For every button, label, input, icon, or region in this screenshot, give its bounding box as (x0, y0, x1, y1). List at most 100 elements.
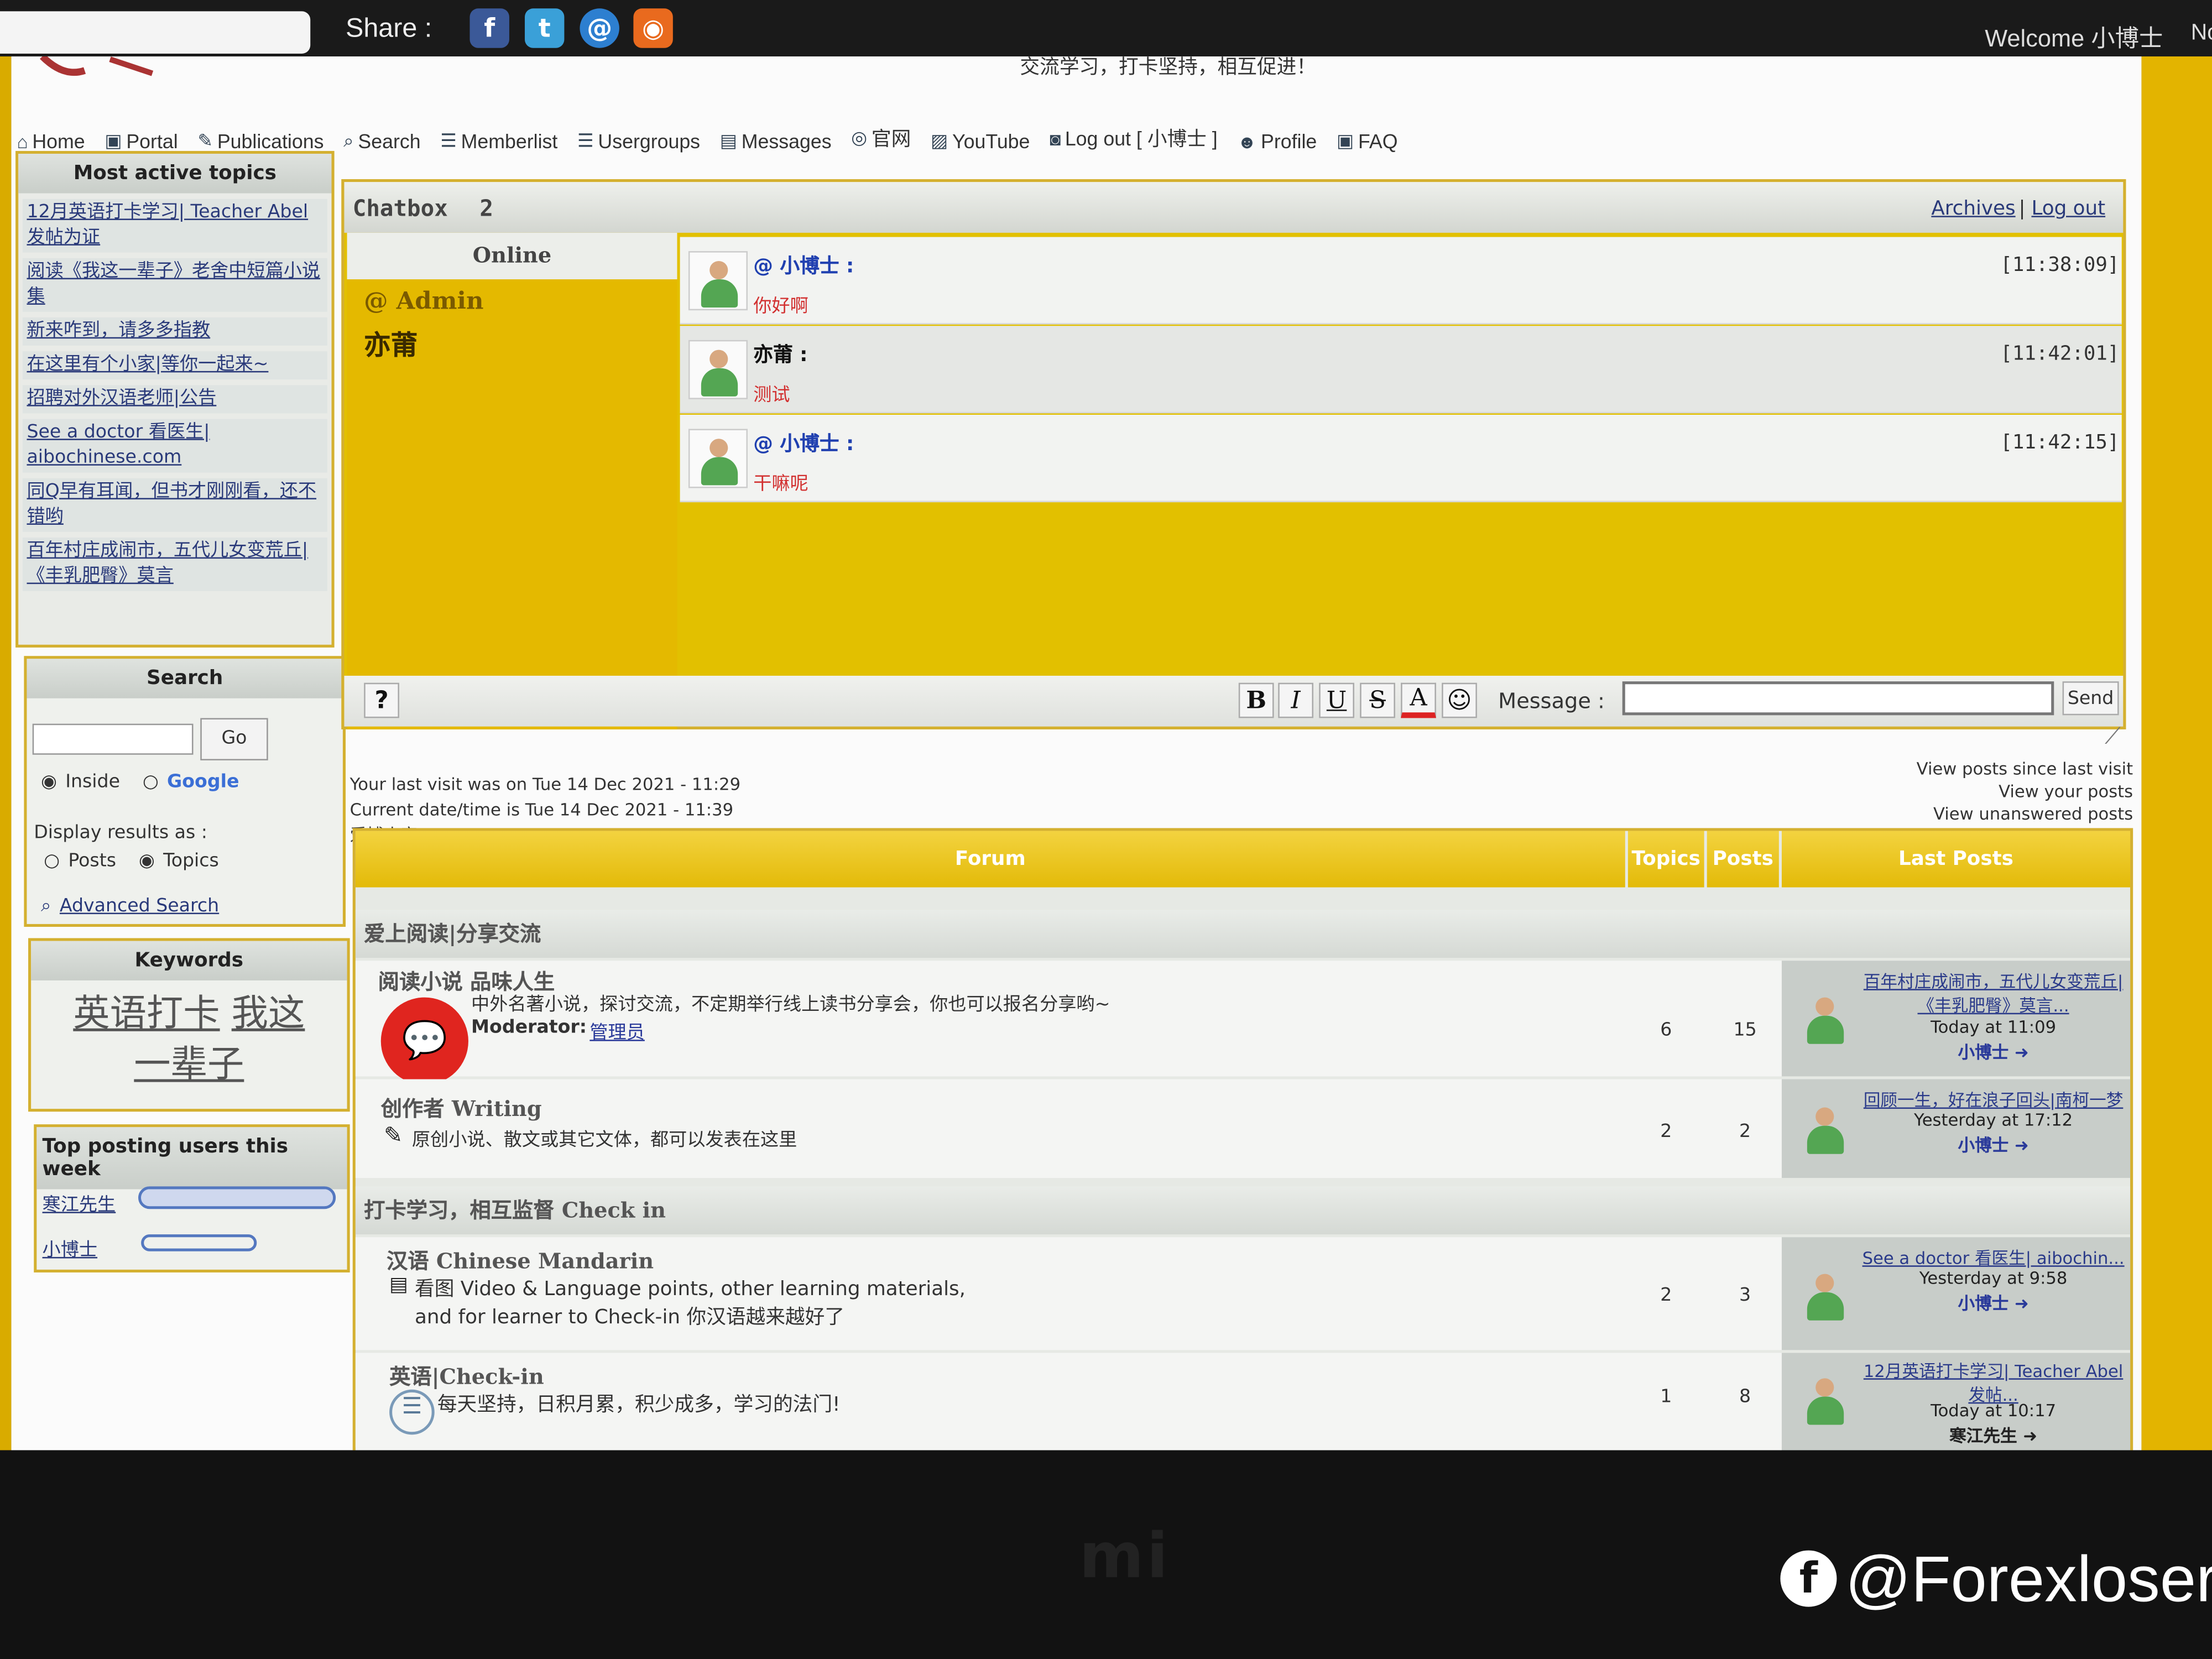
top-user-link[interactable]: 小博士 (43, 1234, 98, 1261)
nav-portal[interactable]: ▣ Portal (105, 130, 178, 153)
italic-button[interactable]: I (1278, 682, 1313, 718)
keywords-panel: Keywords 英语打卡 我这 一辈子 (28, 938, 350, 1112)
nav-messages[interactable]: ▤ Messages (720, 130, 832, 153)
list-icon: ☰ (440, 129, 457, 151)
forum-column-header: Forum (355, 831, 1625, 888)
advanced-search-link[interactable]: ⌕ Advanced Search (41, 896, 219, 917)
last-post-user[interactable]: 小博士 ➜ (1861, 1133, 2126, 1156)
radio-inside-selected[interactable]: ◉ (41, 771, 57, 792)
nav-label: 官网 (871, 127, 911, 150)
nav-label: Messages (741, 129, 832, 153)
keyword-link[interactable]: 英语打卡 (73, 993, 220, 1036)
brand-logo: mi (1079, 1521, 1171, 1593)
topic-link[interactable]: 同Q早有耳闻，但书才刚刚看，还不错哟 (22, 478, 327, 532)
radio-posts[interactable]: ○ (44, 851, 60, 872)
chatbox: Chatbox 2 Archives | Log out Online @ Ad… (341, 179, 2126, 729)
search-go-button[interactable]: Go (200, 718, 268, 760)
nav-usergroups[interactable]: ☰ Usergroups (577, 130, 700, 153)
email-icon[interactable]: @ (580, 8, 619, 48)
chat-logout-link[interactable]: Log out (2031, 197, 2105, 220)
last-post-user[interactable]: 小博士 ➜ (1861, 1291, 2126, 1314)
bold-button[interactable]: B (1238, 682, 1274, 718)
last-post-link[interactable]: 12月英语打卡学习| Teacher Abel 发帖... (1861, 1359, 2126, 1407)
topic-count: 1 (1660, 1386, 1672, 1408)
topic-link[interactable]: See a doctor 看医生| aibochinese.com (22, 419, 327, 473)
resize-grip-icon[interactable]: ⟋ (2105, 722, 2121, 750)
last-post-cell: 百年村庄成闹市，五代儿女变荒丘|《丰乳肥臀》莫言... Today at 11:… (1781, 961, 2131, 1077)
goto-post-icon[interactable]: ➜ (2015, 1042, 2029, 1062)
site-logo[interactable] (11, 56, 173, 87)
forum-name[interactable]: 创作者 Writing (381, 1093, 542, 1123)
nav-logout[interactable]: ◙ Log out [ 小博士 ] (1050, 124, 1218, 152)
last-post-time: Today at 10:17 (1931, 1401, 2057, 1421)
forum-name[interactable]: 汉语 Chinese Mandarin (387, 1246, 654, 1276)
chat-user[interactable]: @ 小博士 : (753, 251, 854, 279)
text-color-button[interactable]: A (1401, 682, 1436, 718)
topic-link[interactable]: 12月英语打卡学习| Teacher Abel 发帖为证 (22, 199, 327, 253)
message-label: Message : (1498, 688, 1605, 714)
view-new-posts-link[interactable]: View posts since last visit (1831, 758, 2133, 780)
avatar (1796, 1099, 1855, 1158)
category-title[interactable]: 打卡学习，相互监督 Check in (355, 1186, 2131, 1235)
goto-post-icon[interactable]: ➜ (2023, 1426, 2037, 1446)
nav-publications[interactable]: ✎ Publications (197, 130, 324, 153)
view-your-posts-link[interactable]: View your posts (1831, 780, 2133, 803)
twitter-icon[interactable]: t (524, 8, 565, 48)
search-input[interactable] (32, 723, 194, 755)
top-posting-panel: Top posting users this week 寒江先生 小博士 (34, 1124, 350, 1273)
goto-post-icon[interactable]: ➜ (2015, 1293, 2029, 1313)
top-user-link[interactable]: 寒江先生 (43, 1190, 116, 1216)
forum-name[interactable]: 英语|Check-in (389, 1361, 544, 1391)
goto-post-icon[interactable]: ➜ (2015, 1136, 2029, 1156)
last-post-link[interactable]: 回顾一生，好在浪子回头|南柯一梦 (1861, 1088, 2126, 1112)
keyword-link[interactable]: 我这 (232, 993, 305, 1036)
moderator-link[interactable]: 管理员 (589, 1017, 645, 1044)
header-search-box[interactable] (0, 11, 311, 54)
view-unanswered-link[interactable]: View unanswered posts (1831, 803, 2133, 826)
last-post-user[interactable]: 寒江先生 ➜ (1861, 1423, 2126, 1447)
search-title: Search (27, 659, 343, 698)
topic-link[interactable]: 阅读《我这一辈子》老舍中短篇小说集 (22, 258, 327, 312)
online-title: Online (347, 232, 677, 280)
archives-link[interactable]: Archives (1931, 197, 2015, 220)
topics-label: Topics (163, 851, 219, 872)
nav-official-site[interactable]: ◎ 官网 (851, 124, 911, 152)
nav-faq[interactable]: ▣ FAQ (1337, 130, 1397, 153)
keyword-link[interactable]: 一辈子 (134, 1044, 244, 1087)
profile-icon: ☻ (1237, 130, 1257, 152)
topic-link[interactable]: 招聘对外汉语老师|公告 (22, 385, 327, 414)
rss-icon[interactable]: ◉ (633, 8, 673, 48)
last-post-link[interactable]: See a doctor 看医生| aibochin... (1861, 1246, 2126, 1270)
underline-button[interactable]: U (1319, 682, 1354, 718)
message-input[interactable] (1622, 681, 2054, 716)
chat-user[interactable]: @ 小博士 : (753, 429, 854, 457)
online-user[interactable]: 亦莆 (347, 316, 677, 362)
top-user-bar-fill (141, 1189, 333, 1207)
radio-google[interactable]: ○ (143, 771, 159, 792)
nav-label: Usergroups (598, 129, 701, 153)
facebook-icon[interactable]: f (469, 8, 509, 48)
last-post-user-name: 小博士 (1958, 1042, 2009, 1062)
topic-link[interactable]: 新来咋到，请多多指教 (22, 317, 327, 346)
strikethrough-button[interactable]: S (1360, 682, 1395, 718)
forum-row: 创作者 Writing ✎ 原创小说、散文或其它文体，都可以发表在这里 2 2 … (355, 1079, 2131, 1178)
smiley-icon[interactable]: ☺ (1442, 682, 1477, 718)
topic-link[interactable]: 百年村庄成闹市，五代儿女变荒丘|《丰乳肥臀》莫言 (22, 537, 327, 591)
nav-profile[interactable]: ☻ Profile (1237, 130, 1317, 153)
nav-search[interactable]: ⌕ Search (343, 130, 420, 153)
topic-count: 6 (1660, 1020, 1672, 1041)
nav-home[interactable]: ⌂ Home (17, 130, 85, 153)
nav-youtube[interactable]: ▨ YouTube (931, 130, 1030, 153)
radio-topics-selected[interactable]: ◉ (139, 851, 155, 872)
last-post-user[interactable]: 小博士 ➜ (1861, 1040, 2126, 1063)
message-icon: ▤ (719, 129, 738, 151)
last-post-link[interactable]: 百年村庄成闹市，五代儿女变荒丘|《丰乳肥臀》莫言... (1861, 969, 2126, 1018)
chat-user[interactable]: 亦莆 : (753, 340, 807, 368)
online-user[interactable]: @ Admin (347, 279, 677, 316)
avatar (688, 429, 748, 488)
nav-memberlist[interactable]: ☰ Memberlist (440, 130, 557, 153)
category-title[interactable]: 爱上阅读|分享交流 (355, 910, 2131, 958)
help-button[interactable]: ? (364, 682, 399, 718)
topic-link[interactable]: 在这里有个小家|等你一起来~ (22, 351, 327, 380)
send-button[interactable]: Send (2062, 681, 2119, 716)
